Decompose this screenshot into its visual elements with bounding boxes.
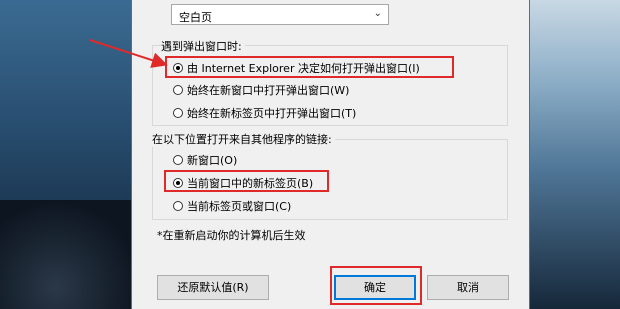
annotation-arrow-icon (89, 39, 168, 68)
